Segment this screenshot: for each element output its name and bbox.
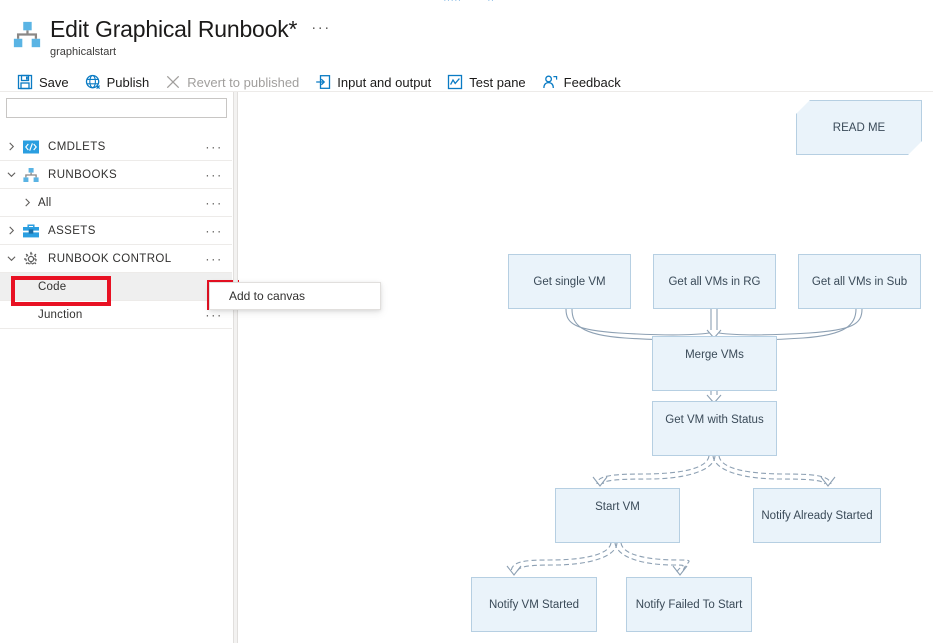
tree-item-overflow-button[interactable]: ··· <box>205 168 223 181</box>
canvas-node-get-vm-with-status[interactable]: Get VM with Status <box>652 401 777 456</box>
tree-item-junction[interactable]: Junction ··· <box>0 301 232 329</box>
canvas-node-get-all-vms-in-rg[interactable]: Get all VMs in RG <box>653 254 776 309</box>
feedback-label: Feedback <box>563 74 621 90</box>
globe-icon <box>85 74 100 90</box>
runbook-hierarchy-icon <box>23 167 39 182</box>
chevron-right-icon[interactable] <box>0 226 22 235</box>
save-disk-icon <box>17 74 33 90</box>
tree-item-label: ASSETS <box>48 224 96 237</box>
canvas-node-notify-vm-started[interactable]: Notify VM Started <box>471 577 597 632</box>
runbook-canvas[interactable]: READ ME Get single VM Get all VMs in RG … <box>239 92 933 643</box>
tree-item-overflow-button[interactable]: ··· <box>205 196 223 209</box>
page-title: Edit Graphical Runbook* ··· <box>50 14 331 43</box>
save-label: Save <box>39 74 69 90</box>
test-pane-label: Test pane <box>469 74 526 90</box>
canvas-node-get-single-vm[interactable]: Get single VM <box>508 254 631 309</box>
tree-item-runbook-control[interactable]: RUNBOOK CONTROL ··· <box>0 245 232 273</box>
canvas-node-get-all-vms-in-sub[interactable]: Get all VMs in Sub <box>798 254 921 309</box>
code-brackets-icon <box>23 140 39 153</box>
feedback-person-icon <box>542 75 557 89</box>
canvas-note-readme[interactable]: READ ME <box>796 100 922 155</box>
canvas-node-label: Start VM <box>595 500 640 513</box>
canvas-node-label: Get all VMs in Sub <box>811 275 908 288</box>
context-menu-item-label: Add to canvas <box>229 289 306 303</box>
cross-icon <box>167 75 180 89</box>
chevron-right-icon[interactable] <box>0 142 22 151</box>
tree-item-assets[interactable]: ASSETS ··· <box>0 217 232 245</box>
page-subtitle: graphicalstart <box>50 46 117 58</box>
tree-item-label: All <box>38 196 52 209</box>
tree-item-label: RUNBOOKS <box>48 168 118 181</box>
page-header: Edit Graphical Runbook* ··· graphicalstar… <box>0 6 933 92</box>
canvas-node-label: Get single VM <box>533 275 606 288</box>
tree-item-overflow-button[interactable]: ··· <box>205 140 223 153</box>
canvas-node-start-vm[interactable]: Start VM <box>555 488 680 543</box>
panel-splitter[interactable] <box>233 92 238 643</box>
title-texts: Edit Graphical Runbook* ··· graphicalstar… <box>50 14 331 59</box>
page-title-text: Edit Graphical Runbook* <box>50 16 298 42</box>
tree-item-label: CMDLETS <box>48 140 106 153</box>
revert-to-published-label: Revert to published <box>187 74 300 90</box>
tree-item-runbooks[interactable]: RUNBOOKS ··· <box>0 161 232 189</box>
title-row: Edit Graphical Runbook* ··· graphicalstar… <box>12 14 331 59</box>
canvas-node-merge-vms[interactable]: Merge VMs <box>652 336 777 391</box>
tree-item-label: Code <box>38 280 67 293</box>
tree-item-label: Junction <box>38 308 83 321</box>
canvas-node-label: Notify Failed To Start <box>635 598 743 611</box>
canvas-node-notify-failed-to-start[interactable]: Notify Failed To Start <box>626 577 752 632</box>
search-wrapper <box>6 98 227 118</box>
search-input[interactable] <box>6 98 227 118</box>
tree-item-all[interactable]: All ··· <box>0 189 232 217</box>
runbook-editor-window: ····· ·· Edit Graphical Runbook* ··· grap… <box>0 0 933 643</box>
header-overflow-button[interactable]: ··· <box>311 14 331 42</box>
tree-item-code[interactable]: Code <box>0 273 232 301</box>
chevron-down-icon[interactable] <box>0 254 22 263</box>
tree-item-overflow-button[interactable]: ··· <box>205 252 223 265</box>
input-output-icon <box>316 75 331 89</box>
gear-icon <box>24 251 37 265</box>
canvas-note-label: READ ME <box>832 121 886 134</box>
briefcase-icon <box>23 223 39 237</box>
tree-item-label: RUNBOOK CONTROL <box>48 252 172 265</box>
canvas-node-label: Get VM with Status <box>665 413 764 426</box>
tree-item-overflow-button[interactable]: ··· <box>205 224 223 237</box>
library-sidebar: CMDLETS ··· RUNBOOKS ··· All ··· ASSETS … <box>0 92 232 643</box>
context-menu-add-to-canvas[interactable]: Add to canvas <box>209 282 381 310</box>
input-and-output-label: Input and output <box>337 74 432 90</box>
runbook-hierarchy-icon <box>13 21 41 48</box>
library-tree: CMDLETS ··· RUNBOOKS ··· All ··· ASSETS … <box>0 133 232 329</box>
publish-label: Publish <box>106 74 150 90</box>
tree-item-cmdlets[interactable]: CMDLETS ··· <box>0 133 232 161</box>
canvas-node-notify-already-started[interactable]: Notify Already Started <box>753 488 881 543</box>
test-chart-icon <box>448 74 463 90</box>
canvas-links-layer <box>506 308 863 576</box>
chevron-down-icon[interactable] <box>0 170 22 179</box>
canvas-node-label: Get all VMs in RG <box>668 275 761 288</box>
chevron-right-icon[interactable] <box>16 198 38 207</box>
canvas-node-label: Notify Already Started <box>761 509 873 522</box>
canvas-node-label: Merge VMs <box>685 348 744 361</box>
canvas-node-label: Notify VM Started <box>488 598 580 611</box>
